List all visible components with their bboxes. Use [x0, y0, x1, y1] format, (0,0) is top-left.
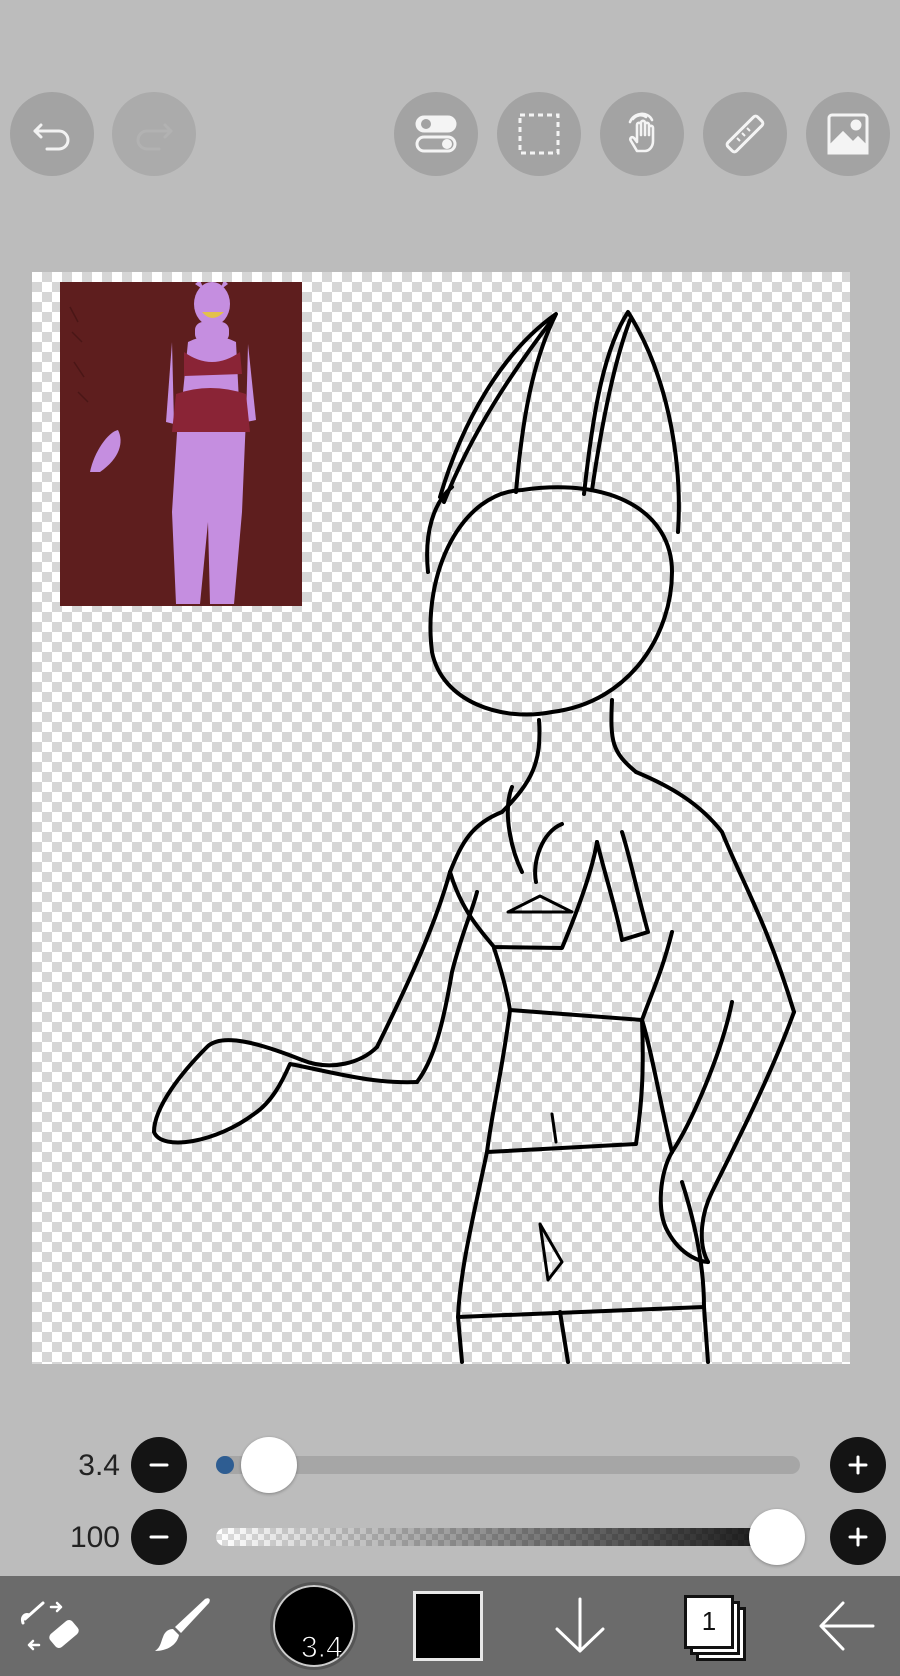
selection-button[interactable]	[497, 92, 581, 176]
brush-icon	[155, 1598, 210, 1651]
opacity-value: 100	[69, 1521, 120, 1554]
opacity-increase-button[interactable]	[830, 1509, 886, 1565]
redo-button[interactable]	[112, 92, 196, 176]
opacity-thumb[interactable]	[748, 1509, 805, 1565]
brush-preview-size: 3.4	[301, 1631, 344, 1665]
plus-icon	[848, 1455, 868, 1475]
back-button[interactable]	[796, 1576, 896, 1676]
brush-eraser-swap-icon	[21, 1601, 79, 1651]
toggle-settings-icon	[415, 115, 457, 153]
reference-figure	[69, 280, 256, 604]
hand-gesture-icon	[628, 112, 655, 153]
image-button[interactable]	[806, 92, 890, 176]
layer-down-button[interactable]	[530, 1576, 630, 1676]
brush-size-thumb[interactable]	[240, 1437, 297, 1493]
opacity-slider-row: 100	[0, 1509, 900, 1565]
brush-size-fill	[216, 1456, 234, 1474]
brush-preview: 3.4	[273, 1585, 355, 1667]
minus-icon	[149, 1535, 169, 1539]
opacity-track[interactable]	[216, 1509, 805, 1565]
current-color-swatch	[413, 1591, 483, 1661]
color-button[interactable]	[398, 1576, 498, 1676]
image-icon	[827, 113, 869, 155]
selection-icon	[518, 113, 560, 155]
redo-icon	[136, 123, 173, 151]
ruler-button[interactable]	[703, 92, 787, 176]
brush-preview-button[interactable]: 3.4	[264, 1576, 364, 1676]
undo-icon	[33, 123, 70, 151]
plus-icon	[848, 1527, 868, 1547]
arrow-down-icon	[555, 1597, 605, 1653]
tool-switch-button[interactable]	[0, 1576, 100, 1676]
brush-size-track[interactable]	[216, 1437, 800, 1493]
arrow-left-icon	[819, 1601, 875, 1651]
bottom-toolbar: 3.4 1	[0, 1576, 900, 1676]
reference-image	[60, 280, 302, 606]
layer-count: 1	[701, 1606, 717, 1636]
opacity-decrease-button[interactable]	[131, 1509, 187, 1565]
ruler-icon	[725, 114, 765, 154]
brush-size-increase-button[interactable]	[830, 1437, 886, 1493]
layers-icon: 1	[684, 1595, 746, 1661]
brush-size-decrease-button[interactable]	[131, 1437, 187, 1493]
drawing-canvas[interactable]	[32, 272, 850, 1364]
brush-size-value: 3.4	[78, 1449, 120, 1482]
brush-button[interactable]	[132, 1576, 232, 1676]
brush-size-slider-row: 3.4	[0, 1437, 900, 1493]
gesture-button[interactable]	[600, 92, 684, 176]
layers-button[interactable]: 1	[664, 1576, 764, 1676]
minus-icon	[149, 1463, 169, 1467]
undo-button[interactable]	[10, 92, 94, 176]
toggle-settings-button[interactable]	[394, 92, 478, 176]
